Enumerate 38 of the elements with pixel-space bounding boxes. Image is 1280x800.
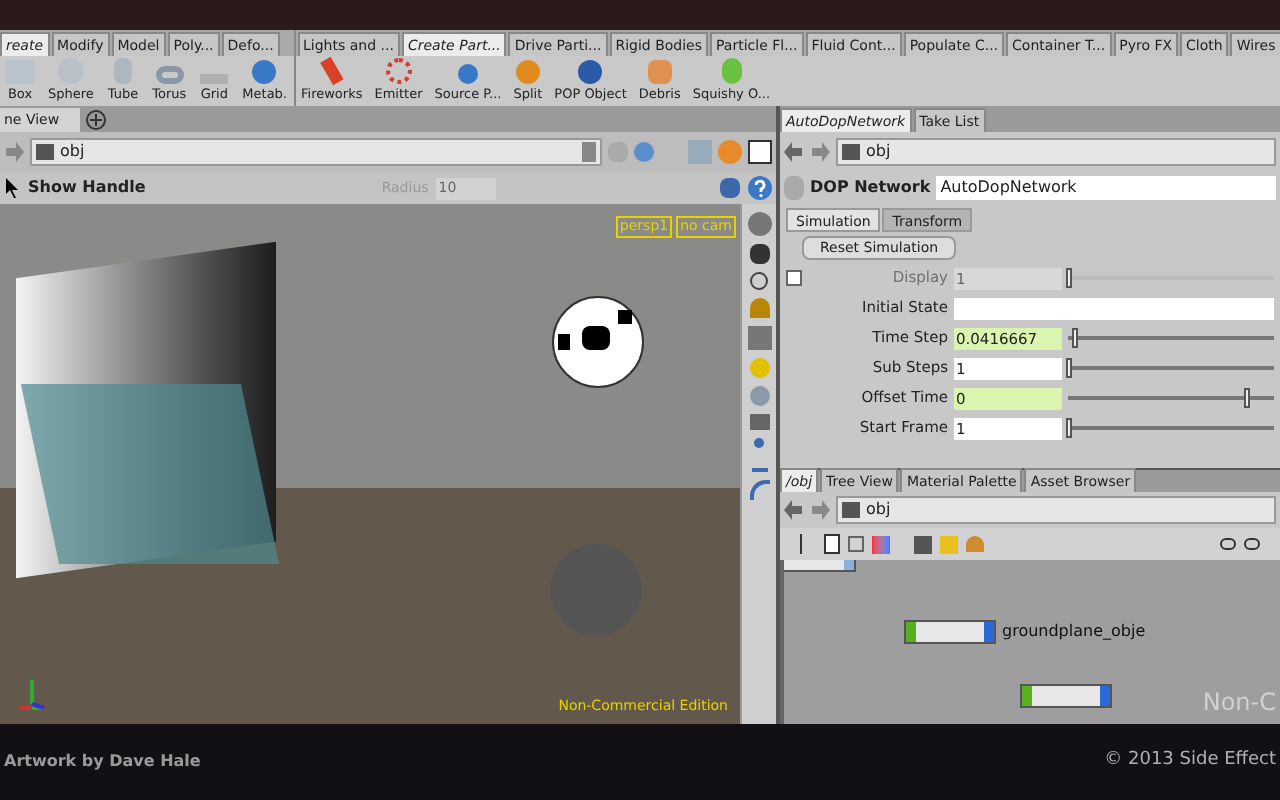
- blobs-icon: [252, 59, 277, 84]
- folder-icon: [36, 144, 54, 160]
- pointer-icon[interactable]: [4, 178, 20, 198]
- tool-label: Show Handle: [28, 176, 146, 200]
- geometry-node[interactable]: [904, 620, 996, 644]
- input-field[interactable]: [954, 297, 1274, 319]
- soccer-ball-drawing: [552, 296, 644, 388]
- slider-thumb[interactable]: [1066, 418, 1072, 438]
- add-tab-icon[interactable]: [86, 110, 106, 130]
- forward-arrow-icon[interactable]: [810, 500, 830, 520]
- node-name-field[interactable]: AutoDopNetwork: [936, 176, 1276, 200]
- torus-icon: [155, 65, 184, 84]
- help-icon[interactable]: [748, 176, 772, 200]
- geometry-node[interactable]: [1020, 684, 1112, 708]
- frame-icon[interactable]: [848, 536, 864, 552]
- path-field[interactable]: obj: [836, 138, 1276, 166]
- path-field[interactable]: obj: [836, 496, 1276, 524]
- forward-arrow-icon[interactable]: [4, 142, 24, 162]
- folder-icon: [842, 144, 860, 160]
- copyright-text: © 2013 Side Effect: [1104, 748, 1276, 775]
- dots-icon: [385, 57, 412, 84]
- node-label: groundplane_obje: [1002, 620, 1146, 644]
- path-field[interactable]: obj: [30, 138, 602, 166]
- forward-arrow-icon[interactable]: [810, 142, 830, 162]
- node-type-label: DOP Network: [810, 176, 931, 200]
- slider-thumb[interactable]: [1243, 388, 1250, 408]
- slider-thumb[interactable]: [1072, 328, 1079, 348]
- slider-thumb[interactable]: [1066, 358, 1072, 378]
- folder-icon: [842, 502, 860, 518]
- panel-icon[interactable]: [824, 534, 840, 554]
- curve-icon[interactable]: [749, 480, 769, 500]
- back-arrow-icon[interactable]: [784, 142, 804, 162]
- palette-icon[interactable]: [872, 535, 890, 553]
- cylinder-icon: [114, 57, 133, 84]
- back-arrow-icon[interactable]: [784, 500, 804, 520]
- blank-square-icon[interactable]: [748, 140, 772, 164]
- credit-text: Artwork by Dave Hale: [4, 750, 201, 774]
- plane-icon: [200, 73, 229, 84]
